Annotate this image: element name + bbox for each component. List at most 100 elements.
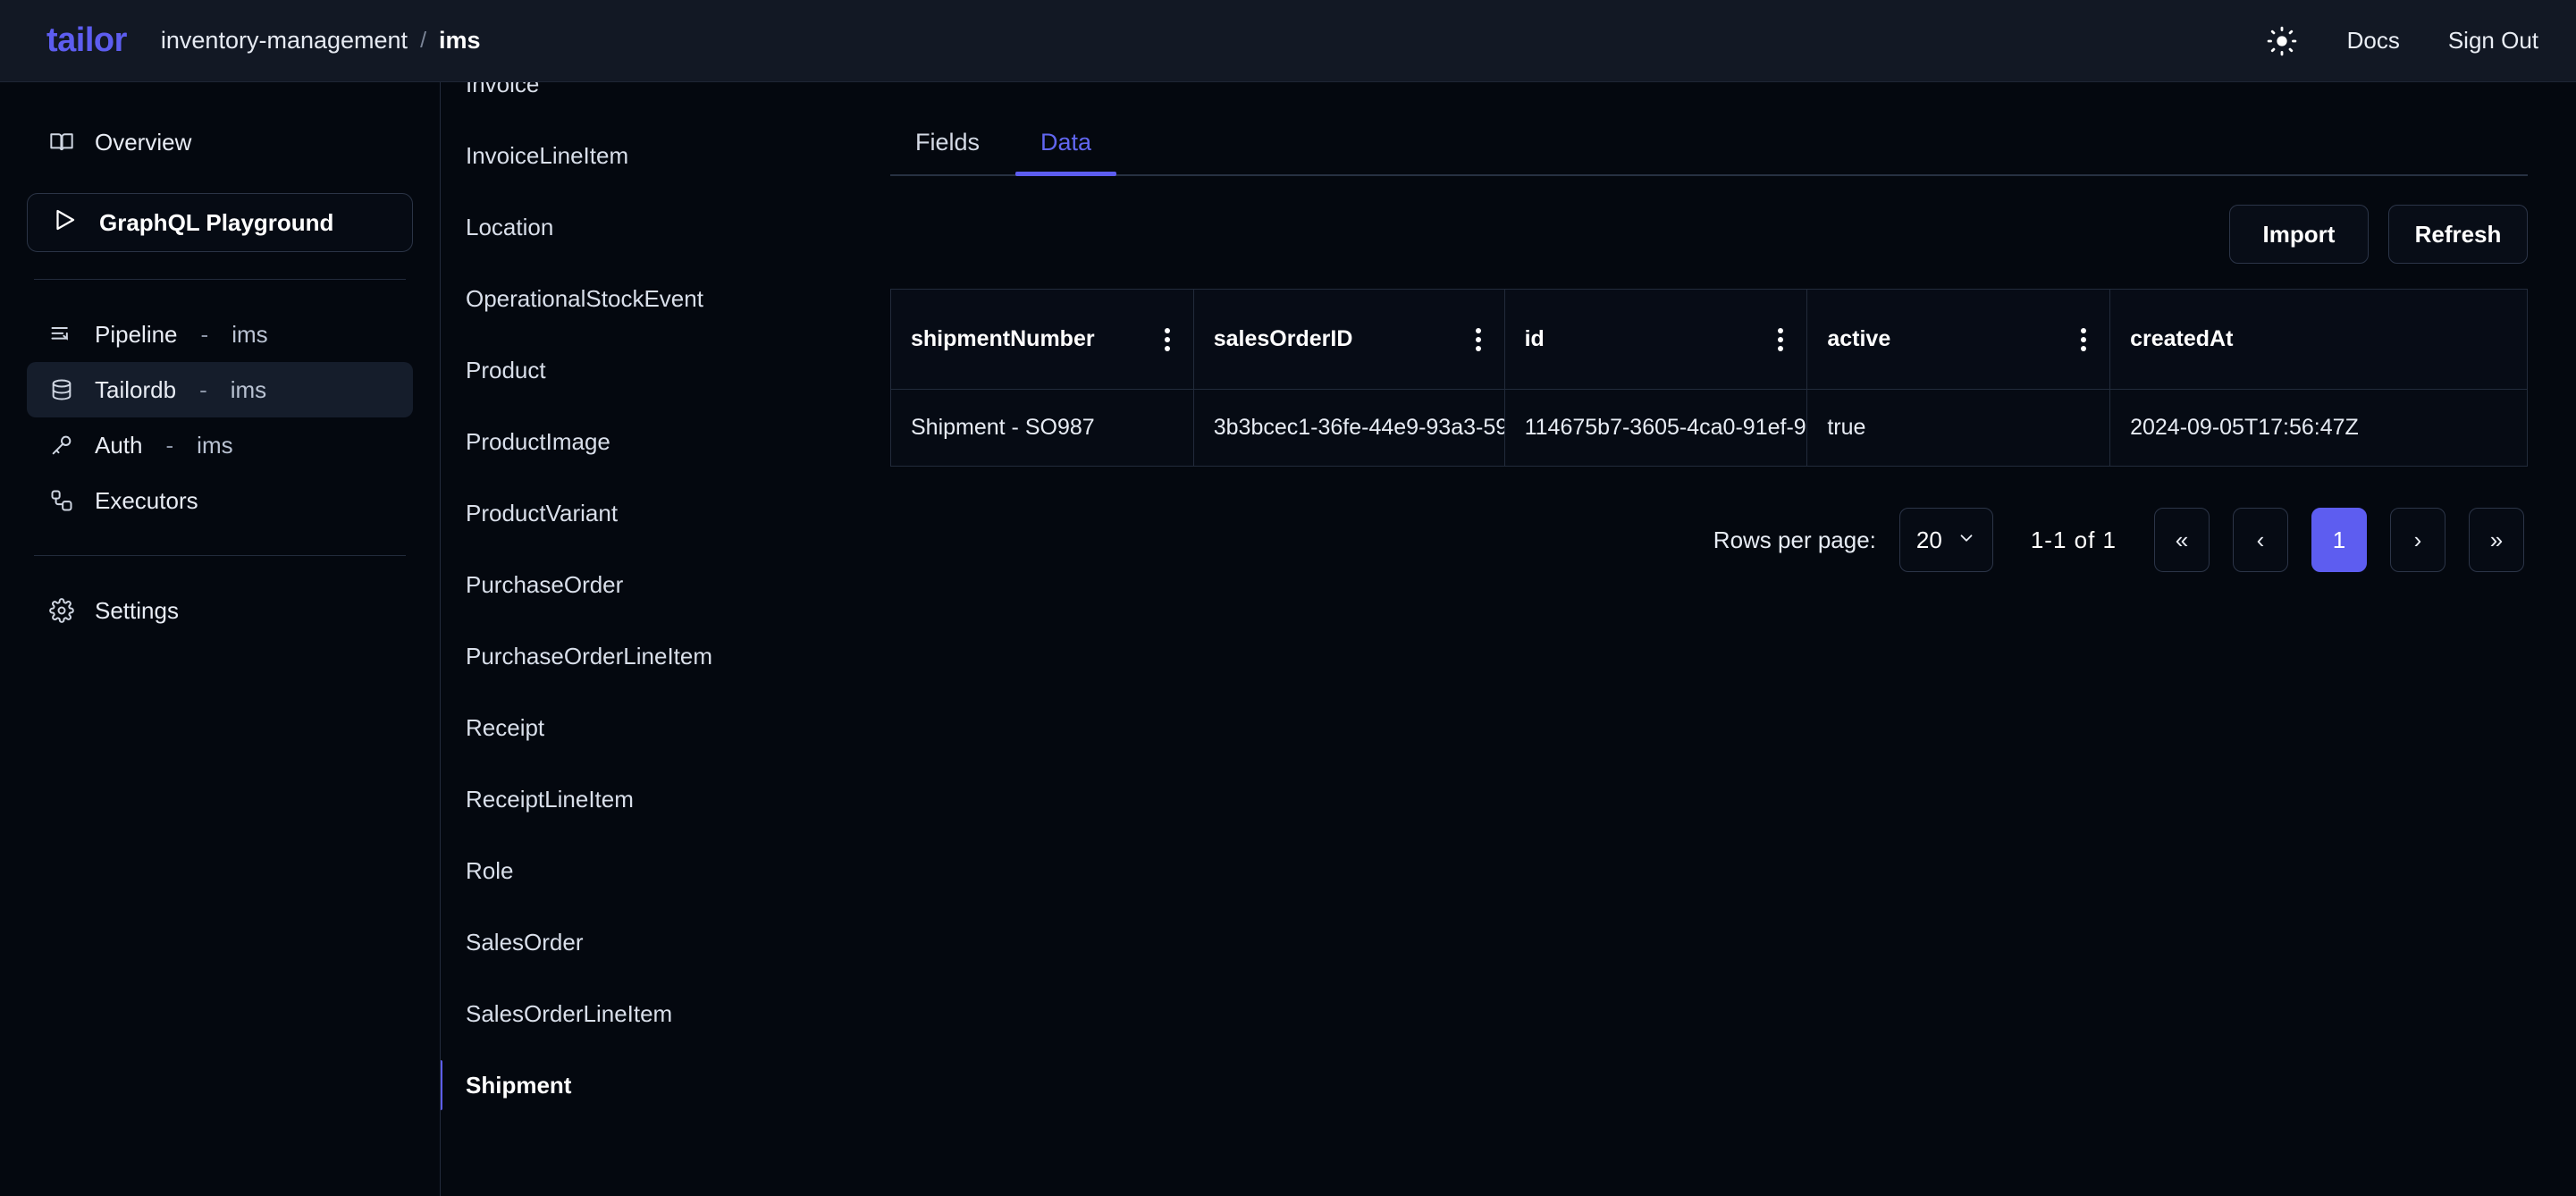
rows-per-page-label: Rows per page:: [1713, 526, 1876, 553]
column-header-label: salesOrderID: [1213, 326, 1353, 351]
sidebar: Overview GraphQL Playground Pipeline - i…: [0, 82, 440, 1196]
data-table-head: shipmentNumber salesOrderID id active create…: [890, 289, 2528, 390]
model-list-item[interactable]: InvoiceLineItem: [441, 120, 842, 191]
refresh-button[interactable]: Refresh: [2388, 205, 2528, 264]
column-header-inner: active: [1827, 323, 2090, 357]
model-list-item-label: Role: [466, 856, 514, 884]
tab-fields[interactable]: Fields: [890, 118, 1005, 174]
column-header-label: createdAt: [2130, 326, 2234, 351]
model-list-item-label: Product: [466, 356, 546, 383]
sidebar-item-pipeline[interactable]: Pipeline - ims: [27, 307, 413, 362]
model-list-item[interactable]: Role: [441, 835, 842, 906]
model-list-item-label: OperationalStockEvent: [466, 284, 703, 312]
model-list-item[interactable]: SalesOrderLineItem: [441, 978, 842, 1049]
model-list-item-label: Shipment: [466, 1071, 572, 1099]
table-row[interactable]: Shipment - SO987 3b3bcec1-36fe-44e9-93a3-…: [890, 389, 2528, 467]
sidebar-item-dash: -: [199, 375, 207, 403]
sun-icon[interactable]: [2265, 24, 2299, 58]
model-list-item[interactable]: PurchaseOrderLineItem: [441, 620, 842, 692]
model-list-item-label: ReceiptLineItem: [466, 785, 634, 813]
table-cell[interactable]: true: [1806, 389, 2111, 467]
docs-link[interactable]: Docs: [2347, 27, 2400, 55]
column-header-inner: salesOrderID: [1214, 323, 1485, 357]
first-page-button[interactable]: «: [2154, 508, 2210, 572]
model-list-item[interactable]: Location: [441, 191, 842, 263]
model-list[interactable]: Invoice InvoiceLineItem Location Operationa…: [440, 82, 842, 1196]
sidebar-item-dash: -: [165, 431, 174, 459]
sidebar-item-sub: ims: [197, 431, 233, 459]
model-list-item[interactable]: SalesOrder: [441, 906, 842, 978]
column-header-inner: id: [1525, 323, 1788, 357]
column-header[interactable]: id: [1503, 289, 1808, 390]
model-list-item[interactable]: Product: [441, 334, 842, 406]
sidebar-item-label: Settings: [95, 596, 179, 624]
model-list-item[interactable]: Shipment: [441, 1049, 842, 1121]
graphql-playground-label: GraphQL Playground: [99, 208, 334, 236]
model-list-item[interactable]: ReceiptLineItem: [441, 763, 842, 835]
sidebar-item-overview[interactable]: Overview: [27, 114, 413, 170]
top-bar-actions: Docs Sign Out: [2265, 24, 2538, 58]
model-list-item-label: InvoiceLineItem: [466, 141, 629, 169]
model-list-item[interactable]: OperationalStockEvent: [441, 263, 842, 334]
page-number-button[interactable]: 1: [2311, 508, 2367, 572]
model-list-item[interactable]: Receipt: [441, 692, 842, 763]
sidebar-item-tailordb[interactable]: Tailordb - ims: [27, 362, 413, 417]
table-cell[interactable]: 3b3bcec1-36fe-44e9-93a3-59l: [1192, 389, 1505, 467]
column-header[interactable]: salesOrderID: [1192, 289, 1505, 390]
breadcrumb-project[interactable]: inventory-management: [161, 27, 408, 55]
column-header-label: active: [1827, 326, 1891, 351]
nodes-icon: [48, 487, 75, 514]
sidebar-item-label: Tailordb: [95, 375, 177, 403]
tab-data[interactable]: Data: [1015, 118, 1117, 176]
column-menu-icon[interactable]: [2077, 323, 2090, 357]
model-list-scroll: Invoice InvoiceLineItem Location Operationa…: [441, 82, 842, 1121]
sign-out-link[interactable]: Sign Out: [2448, 27, 2538, 55]
table-header-row: shipmentNumber salesOrderID id active create…: [890, 289, 2528, 390]
graphql-playground-button[interactable]: GraphQL Playground: [27, 193, 413, 252]
rows-per-page-select[interactable]: 20: [1898, 508, 1993, 572]
table-cell[interactable]: 114675b7-3605-4ca0-91ef-9d9: [1503, 389, 1808, 467]
model-list-item-label: SalesOrder: [466, 928, 584, 956]
model-list-item[interactable]: Invoice: [441, 82, 842, 120]
sidebar-item-settings[interactable]: Settings: [27, 583, 413, 638]
model-list-item-label: Invoice: [466, 82, 540, 97]
sidebar-item-sub: ims: [230, 375, 267, 403]
column-menu-icon[interactable]: [1472, 323, 1485, 357]
app-logo[interactable]: tailor: [46, 21, 127, 60]
column-header-label: id: [1524, 326, 1545, 351]
sidebar-item-label: Overview: [95, 128, 192, 156]
column-header-inner: shipmentNumber: [911, 323, 1174, 357]
data-table: shipmentNumber salesOrderID id active create…: [890, 289, 2528, 467]
column-header[interactable]: shipmentNumber: [890, 289, 1194, 390]
sidebar-item-auth[interactable]: Auth - ims: [27, 417, 413, 473]
table-cell[interactable]: 2024-09-05T17:56:47Z: [2109, 389, 2528, 467]
key-icon: [48, 432, 75, 459]
column-header-inner: createdAt: [2130, 326, 2507, 352]
book-icon: [48, 129, 75, 156]
sidebar-item-executors[interactable]: Executors: [27, 473, 413, 528]
app-shell: Overview GraphQL Playground Pipeline - i…: [0, 82, 2576, 1196]
last-page-button[interactable]: »: [2469, 508, 2524, 572]
breadcrumb-workspace[interactable]: ims: [439, 27, 481, 55]
model-list-item-label: SalesOrderLineItem: [466, 999, 673, 1027]
column-header[interactable]: createdAt: [2109, 289, 2528, 390]
gear-icon: [48, 597, 75, 624]
table-cell[interactable]: Shipment - SO987: [890, 389, 1194, 467]
model-list-item-label: ProductImage: [466, 427, 610, 455]
column-menu-icon[interactable]: [1161, 323, 1174, 357]
column-header[interactable]: active: [1806, 289, 2111, 390]
import-button[interactable]: Import: [2229, 205, 2369, 264]
database-icon: [48, 376, 75, 403]
breadcrumb-separator: /: [420, 28, 427, 53]
column-menu-icon[interactable]: [1774, 323, 1787, 357]
model-list-item-label: Receipt: [466, 713, 545, 741]
top-bar: tailor inventory-management / ims Docs S…: [0, 0, 2576, 82]
row-range-label: 1-1 of 1: [2030, 526, 2117, 553]
prev-page-button[interactable]: ‹: [2233, 508, 2288, 572]
model-list-item[interactable]: PurchaseOrder: [441, 549, 842, 620]
sidebar-item-label: Auth: [95, 431, 143, 459]
next-page-button[interactable]: ›: [2390, 508, 2446, 572]
model-list-item[interactable]: ProductImage: [441, 406, 842, 477]
sidebar-item-dash: -: [200, 320, 209, 348]
model-list-item[interactable]: ProductVariant: [441, 477, 842, 549]
